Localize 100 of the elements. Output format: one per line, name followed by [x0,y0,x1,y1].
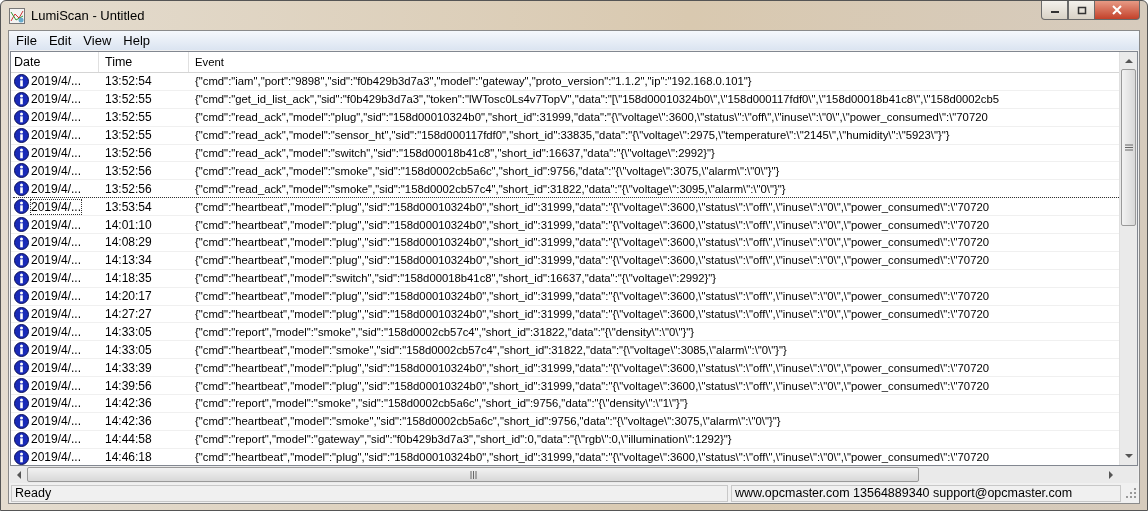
time-cell-text: 14:44:58 [104,431,153,448]
date-cell: 2019/4/... [31,217,82,232]
menu-item[interactable]: Edit [42,32,78,49]
info-icon [14,163,29,179]
time-cell-text: 14:33:05 [104,323,153,341]
chart-icon [9,7,25,24]
time-cell-text: 14:33:05 [104,341,153,359]
date-cell: 2019/4/... [31,360,82,375]
info-icon [14,431,29,447]
event-cell-text: {"cmd":"heartbeat","model":"plug","sid":"158d00010324b0","short_id":31999,"data":"{\"voltage\":3600,\"status\":\"off\",\"inuse\":\"0\",\"power_consumed\":\"70720 [194,378,990,394]
maximize-button[interactable] [1068,1,1095,20]
time-cell-text: 13:52:55 [104,127,153,144]
time-cell-text: 14:42:36 [104,395,153,412]
date-cell: 2019/4/... [31,432,82,447]
date-cell: 2019/4/... [31,253,82,268]
date-cell: 2019/4/... [31,163,82,178]
close-icon [1111,5,1123,15]
time-cell-text: 14:33:39 [104,359,153,377]
time-cell-text: 13:52:56 [104,145,153,162]
time-cell-text: 14:08:29 [104,234,153,251]
minimize-button[interactable] [1041,1,1068,20]
info-icon [14,360,29,376]
time-cell-text: 14:27:27 [104,306,153,323]
event-cell-text: {"cmd":"get_id_list_ack","sid":"f0b429b3d7a3","token":"lWTosc0Ls4v7TopV","data":"[\"158d00010324b0\",\"158d000117fdf0\",\"158d00018b41c8\",\"158d0002cb5 [194,92,1001,108]
left-arrow-icon[interactable] [16,470,21,479]
time-cell-text: 14:18:35 [104,270,153,287]
date-cell: 2019/4/... [31,307,82,321]
vertical-scrollbar[interactable] [1119,52,1137,465]
date-cell: 2019/4/... [31,199,82,214]
date-cell: 2019/4/... [31,378,82,393]
time-cell-text: 14:13:34 [104,252,153,269]
event-cell-text: {"cmd":"read_ack","model":"switch","sid":"158d00018b41c8","short_id":16637,"data":"{\"voltage\":2992}"} [194,146,716,161]
event-cell-text: {"cmd":"report","model":"smoke","sid":"158d0002cb5a6c","short_id":9756,"data":"{\"density\":\"1\"}"} [194,396,689,412]
grip-icon[interactable] [469,470,477,479]
horizontal-scrollbar[interactable] [10,466,1138,483]
time-cell-text: 14:39:56 [104,377,153,395]
down-arrow-icon[interactable] [1124,454,1133,459]
event-cell-text: {"cmd":"read_ack","model":"smoke","sid":"158d0002cb57c4","short_id":31822,"data":"{\"voltage\":3095,\"alarm\":\"0\"}"} [194,181,787,197]
date-cell: 2019/4/... [31,450,82,465]
info-icon [14,306,29,322]
time-cell-text: 14:01:10 [104,216,153,233]
event-cell-text: {"cmd":"report","model":"gateway","sid":"f0b429b3d7a3","short_id":0,"data":"{\"rgb\":0,\"illumination\":1292}"} [194,432,733,448]
event-cell-text: {"cmd":"heartbeat","model":"plug","sid":"158d00010324b0","short_id":31999,"data":"{\"voltage\":3600,\"status\":\"off\",\"inuse\":\"0\",\"power_consumed\":\"70720 [194,307,990,322]
info-icon [14,109,29,125]
info-icon [14,378,29,394]
event-cell-text: {"cmd":"read_ack","model":"smoke","sid":"158d0002cb5a6c","short_id":9756,"data":"{\"voltage\":3075,\"alarm\":\"0\"}"} [194,163,781,179]
info-icon [14,342,29,358]
date-cell: 2019/4/... [31,289,82,304]
info-icon [14,234,29,250]
date-cell: 2019/4/... [31,92,82,107]
resize-grip-icon [1125,487,1137,499]
event-cell-text: {"cmd":"heartbeat","model":"plug","sid":"158d00010324b0","short_id":31999,"data":"{\"voltage\":3600,\"status\":\"off\",\"inuse\":\"0\",\"power_consumed\":\"70720 [194,199,990,215]
up-arrow-icon[interactable] [1124,58,1133,63]
maximize-icon [1076,5,1087,15]
info-icon [14,73,29,89]
contact-info: www.opcmaster.com 13564889340 support@opcmaster.com [731,484,1121,502]
info-icon [14,324,29,340]
menu-item[interactable]: View [77,32,118,49]
date-cell: 2019/4/... [31,324,82,339]
info-icon [14,145,29,161]
event-cell-text: {"cmd":"heartbeat","model":"smoke","sid":"158d0002cb5a6c","short_id":9756,"data":"{\"voltage\":3075,\"alarm\":\"0\"}"} [194,414,782,430]
date-cell: 2019/4/... [31,414,82,429]
event-cell-text: {"cmd":"iam","port":"9898","sid":"f0b429b3d7a3","model":"gateway","proto_version":"1.1.2","ip":"192.168.0.101"} [194,74,753,90]
event-cell-text: {"cmd":"report","model":"smoke","sid":"158d0002cb57c4","short_id":31822,"data":"{\"density\":\"0\"}"} [194,324,695,340]
time-cell-text: 13:52:54 [104,73,153,90]
time-cell-text: 13:52:55 [104,91,153,108]
info-icon [14,217,29,233]
time-cell-text: 13:52:56 [104,180,153,198]
menu-item[interactable]: Help [117,32,157,49]
date-cell: 2019/4/... [31,342,82,357]
info-icon [14,127,29,143]
info-icon [14,91,29,107]
window-title: LumiScan - Untitled [31,8,145,23]
date-cell: 2019/4/... [31,235,82,250]
date-cell: 2019/4/... [31,110,82,125]
menu-item[interactable]: File [10,32,43,49]
time-cell-text: 13:53:54 [104,198,153,216]
grip-icon[interactable] [1124,144,1133,151]
info-icon [14,199,29,215]
date-cell: 2019/4/... [31,396,82,411]
date-cell: 2019/4/... [31,74,82,89]
info-icon [14,181,29,197]
info-icon [14,413,29,429]
event-cell-text: {"cmd":"read_ack","model":"plug","sid":"158d00010324b0","short_id":31999,"data":"{\"voltage\":3600,\"status\":\"off\",\"inuse\":\"0\",\"power_consumed\":\"70720 [194,110,989,126]
close-button[interactable] [1095,1,1140,20]
event-cell-text: {"cmd":"heartbeat","model":"plug","sid":"158d00010324b0","short_id":31999,"data":"{\"voltage\":3600,\"status\":\"off\",\"inuse\":\"0\",\"power_consumed\":\"70720 [194,360,990,376]
right-arrow-icon[interactable] [1109,470,1114,479]
time-cell-text: 13:52:56 [104,162,153,180]
time-cell-text: 14:42:36 [104,413,153,430]
event-cell-text: {"cmd":"heartbeat","model":"plug","sid":"158d00010324b0","short_id":31999,"data":"{\"voltage\":3600,\"status\":\"off\",\"inuse\":\"0\",\"power_consumed\":\"70720 [194,235,990,251]
event-cell-text: {"cmd":"heartbeat","model":"switch","sid":"158d00018b41c8","short_id":16637,"data":"{\"voltage\":2992}"} [194,271,718,287]
date-cell: 2019/4/... [31,181,82,196]
status-text: Ready [11,484,728,502]
event-cell-text: {"cmd":"heartbeat","model":"plug","sid":"158d00010324b0","short_id":31999,"data":"{\"voltage\":3600,\"status\":\"off\",\"inuse\":\"0\",\"power_consumed\":\"70720 [194,253,990,269]
date-cell: 2019/4/... [31,128,82,143]
event-cell-text: {"cmd":"heartbeat","model":"plug","sid":"158d00010324b0","short_id":31999,"data":"{\"voltage\":3600,\"status\":\"off\",\"inuse\":\"0\",\"power_consumed\":\"70720 [194,289,990,305]
date-cell: 2019/4/... [31,146,82,160]
info-icon [14,270,29,286]
time-cell-text: 13:52:55 [104,109,153,126]
info-icon [14,252,29,268]
